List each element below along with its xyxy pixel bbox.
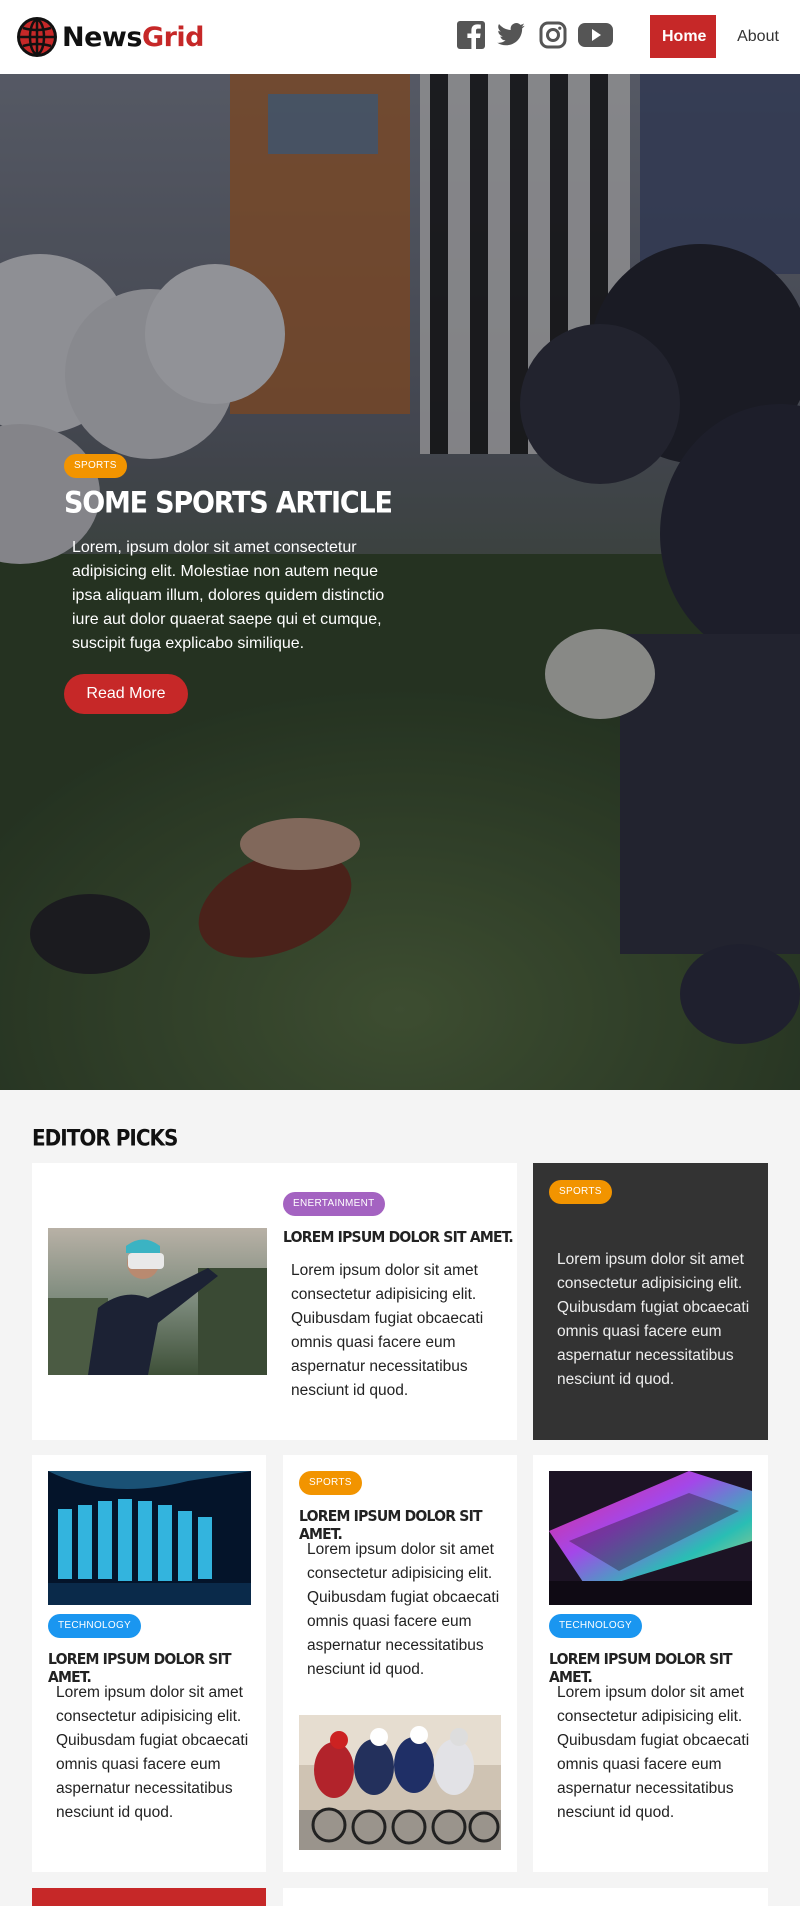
article-card[interactable]: TECHNOLOGY LOREM IPSUM DOLOR SIT AMET. L… — [32, 1455, 266, 1872]
article-text: Lorem ipsum dolor sit amet consectetur a… — [291, 1262, 484, 1399]
article-text: Lorem ipsum dolor sit amet consectetur a… — [56, 1684, 249, 1821]
vr-headset-photo — [48, 1228, 267, 1375]
hero-category-badge[interactable]: SPORTS — [64, 454, 127, 478]
category-badge[interactable]: SPORTS — [299, 1471, 362, 1495]
hero-title: SOME SPORTS ARTICLE — [64, 486, 393, 521]
globe-icon — [17, 17, 57, 57]
article-text: Lorem ipsum dolor sit amet consectetur a… — [307, 1541, 500, 1678]
top-navbar: NewsGrid Home About — [0, 0, 800, 74]
hero-section: SPORTS SOME SPORTS ARTICLE Lorem, ipsum … — [0, 74, 800, 1090]
brand-name: NewsGrid — [62, 21, 205, 53]
nav-link-home[interactable]: Home — [650, 15, 716, 58]
category-badge[interactable]: SPORTS — [549, 1180, 612, 1204]
article-card[interactable]: ENERTAINMENT LOREM IPSUM DOLOR SIT AMET.… — [32, 1163, 517, 1440]
brand-name-part1: News — [62, 21, 142, 53]
section-title-editor-picks: EDITOR PICKS — [32, 1124, 178, 1152]
server-rack-photo — [48, 1471, 251, 1605]
article-thumbnail[interactable] — [299, 1715, 501, 1850]
facebook-icon[interactable] — [457, 20, 485, 50]
category-badge[interactable]: ENERTAINMENT — [283, 1192, 385, 1216]
next-card[interactable] — [283, 1888, 768, 1906]
nav-link-about[interactable]: About — [716, 15, 800, 58]
brand-name-part2: Grid — [141, 21, 205, 53]
article-thumbnail[interactable] — [48, 1228, 267, 1375]
category-badge[interactable]: TECHNOLOGY — [48, 1614, 142, 1638]
article-title[interactable]: LOREM IPSUM DOLOR SIT AMET. — [283, 1229, 514, 1247]
cyclists-photo — [299, 1715, 501, 1850]
read-more-button[interactable]: Read More — [64, 674, 188, 714]
category-badge[interactable]: TECHNOLOGY — [549, 1614, 643, 1638]
youtube-icon[interactable] — [578, 20, 613, 50]
twitter-icon[interactable] — [495, 20, 527, 50]
brand-logo[interactable]: NewsGrid — [16, 16, 205, 58]
hero-text: Lorem, ipsum dolor sit amet consectetur … — [72, 539, 385, 652]
laptop-keyboard-photo — [549, 1471, 752, 1605]
article-thumbnail[interactable] — [48, 1471, 251, 1605]
article-thumbnail[interactable] — [549, 1471, 752, 1605]
article-card[interactable]: SPORTS LOREM IPSUM DOLOR SIT AMET. Lorem… — [283, 1455, 517, 1872]
article-text: Lorem ipsum dolor sit amet consectetur a… — [557, 1251, 750, 1388]
article-card[interactable]: TECHNOLOGY LOREM IPSUM DOLOR SIT AMET. L… — [533, 1455, 768, 1872]
next-card-dark-red[interactable] — [32, 1888, 266, 1906]
article-text: Lorem ipsum dolor sit amet consectetur a… — [557, 1684, 750, 1821]
article-card-dark[interactable]: SPORTS Lorem ipsum dolor sit amet consec… — [533, 1163, 768, 1440]
instagram-icon[interactable] — [539, 20, 567, 50]
